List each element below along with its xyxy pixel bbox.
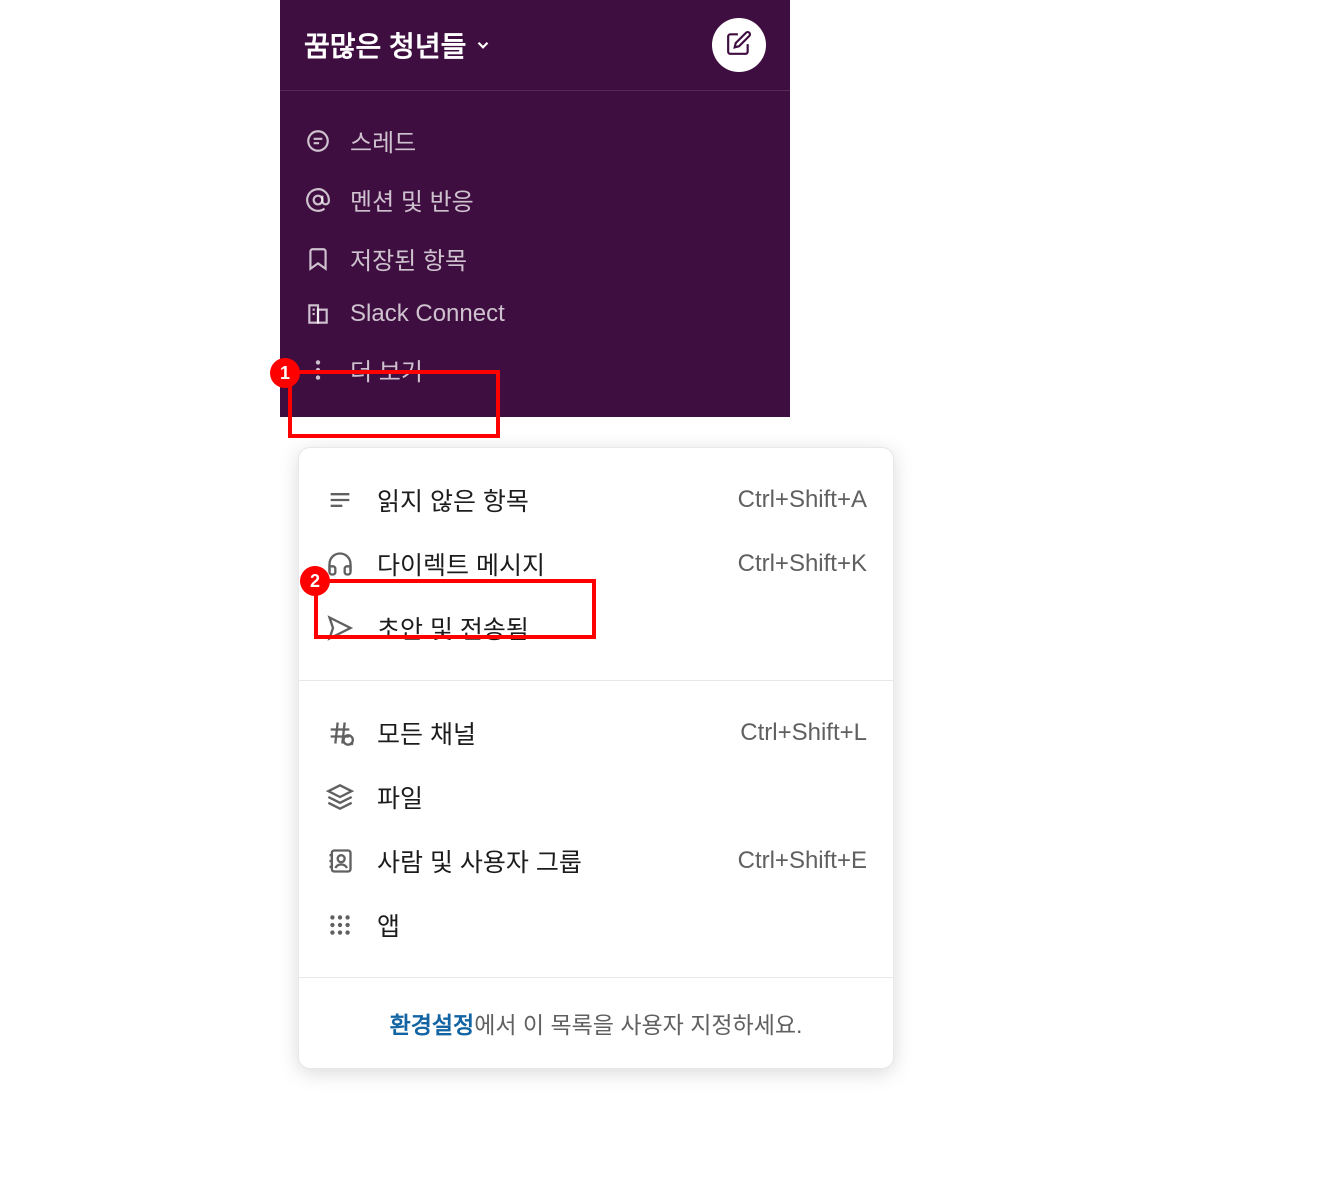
- popup-item-shortcut: Ctrl+Shift+K: [738, 550, 867, 578]
- popup-item-apps[interactable]: 앱: [299, 893, 893, 957]
- nav-item-label: 더 보기: [350, 352, 423, 387]
- hash-icon: [325, 719, 355, 747]
- popup-item-files[interactable]: 파일: [299, 765, 893, 829]
- grid-icon: [325, 912, 355, 938]
- nav-item-label: Slack Connect: [350, 300, 505, 328]
- popup-item-shortcut: Ctrl+Shift+L: [740, 719, 867, 747]
- popup-item-label: 사람 및 사용자 그룹: [377, 843, 582, 879]
- headphones-icon: [325, 550, 355, 578]
- chevron-down-icon: [474, 29, 492, 61]
- sidebar-header: 꿈많은 청년들: [280, 0, 790, 91]
- nav-list: 스레드 멘션 및 반응 저장된 항목 Slack Connect 더 보기: [280, 91, 790, 417]
- popup-section-1: 읽지 않은 항목 Ctrl+Shift+A 다이렉트 메시지 Ctrl+Shif…: [299, 448, 893, 681]
- nav-item-label: 멘션 및 반응: [350, 182, 474, 217]
- popup-item-dm[interactable]: 다이렉트 메시지 Ctrl+Shift+K: [299, 532, 893, 596]
- annotation-badge-2: 2: [300, 566, 330, 596]
- building-icon: [304, 301, 332, 327]
- popup-footer-text: 에서 이 목록을 사용자 지정하세요.: [474, 1012, 802, 1038]
- nav-item-more[interactable]: 더 보기: [280, 340, 790, 399]
- workspace-switcher[interactable]: 꿈많은 청년들: [304, 25, 492, 65]
- send-icon: [325, 614, 355, 642]
- annotation-badge-1: 1: [270, 358, 300, 388]
- popup-item-channels[interactable]: 모든 채널 Ctrl+Shift+L: [299, 701, 893, 765]
- popup-item-unread[interactable]: 읽지 않은 항목 Ctrl+Shift+A: [299, 468, 893, 532]
- more-vertical-icon: [304, 357, 332, 383]
- nav-item-label: 저장된 항목: [350, 241, 467, 276]
- preferences-link[interactable]: 환경설정: [390, 1012, 475, 1038]
- more-popup: 읽지 않은 항목 Ctrl+Shift+A 다이렉트 메시지 Ctrl+Shif…: [298, 447, 894, 1069]
- popup-item-label: 다이렉트 메시지: [377, 546, 545, 582]
- compose-button[interactable]: [712, 18, 766, 72]
- compose-icon: [726, 30, 752, 61]
- popup-section-2: 모든 채널 Ctrl+Shift+L 파일 사람 및 사용자 그룹 Ctrl+S…: [299, 681, 893, 978]
- popup-item-people[interactable]: 사람 및 사용자 그룹 Ctrl+Shift+E: [299, 829, 893, 893]
- popup-item-shortcut: Ctrl+Shift+E: [738, 847, 867, 875]
- popup-item-label: 앱: [377, 907, 400, 943]
- nav-item-saved[interactable]: 저장된 항목: [280, 229, 790, 288]
- popup-item-shortcut: Ctrl+Shift+A: [738, 486, 867, 514]
- at-icon: [304, 187, 332, 213]
- workspace-name-label: 꿈많은 청년들: [304, 25, 466, 65]
- nav-item-label: 스레드: [350, 123, 416, 158]
- layers-icon: [325, 783, 355, 811]
- popup-item-label: 읽지 않은 항목: [377, 482, 529, 518]
- list-icon: [325, 486, 355, 514]
- popup-item-label: 파일: [377, 779, 423, 815]
- nav-item-mentions[interactable]: 멘션 및 반응: [280, 170, 790, 229]
- nav-item-slack-connect[interactable]: Slack Connect: [280, 288, 790, 340]
- popup-footer: 환경설정에서 이 목록을 사용자 지정하세요.: [299, 978, 893, 1068]
- popup-item-label: 모든 채널: [377, 715, 476, 751]
- sidebar: 꿈많은 청년들 스레드 멘션 및 반응 저: [280, 0, 790, 417]
- popup-item-label: 초안 및 전송됨: [377, 610, 529, 646]
- contacts-icon: [325, 847, 355, 875]
- nav-item-threads[interactable]: 스레드: [280, 111, 790, 170]
- threads-icon: [304, 128, 332, 154]
- popup-item-drafts[interactable]: 초안 및 전송됨: [299, 596, 893, 660]
- bookmark-icon: [304, 246, 332, 272]
